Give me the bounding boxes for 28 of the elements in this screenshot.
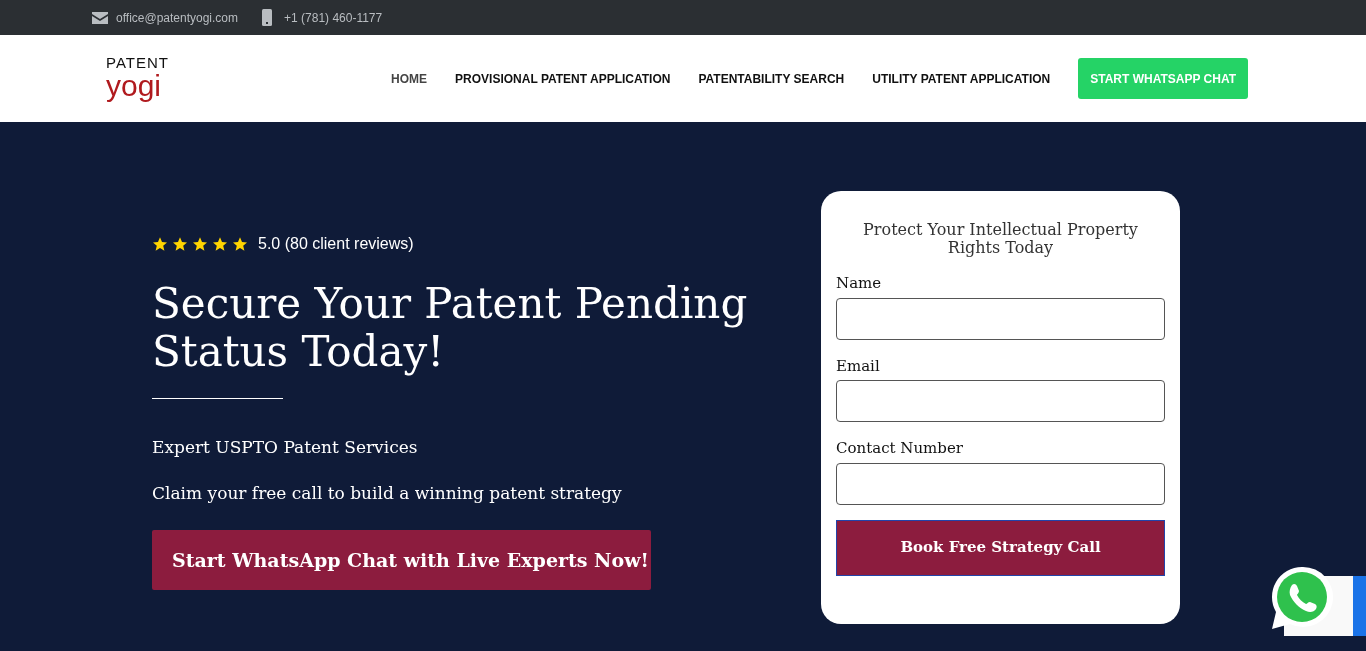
input-field[interactable]	[836, 380, 1165, 422]
field-label: Email	[836, 355, 881, 377]
field-label: Contact Number	[836, 438, 964, 459]
nav-link[interactable]: UTILITY PATENT APPLICATION	[872, 69, 1051, 88]
form-title: Protect Your Intellectual Property Rights Today	[862, 221, 1139, 257]
hero-text: Claim your free call to build a winning patent strategy	[152, 481, 623, 505]
star-icon	[192, 236, 208, 252]
phone-link[interactable]: +1 (781) 460-1177	[284, 8, 383, 27]
nav-link[interactable]: PATENTABILITY SEARCH	[698, 69, 845, 88]
input-field[interactable]	[836, 297, 1165, 340]
hero-title: Secure Your Patent Pending Status Today!	[152, 280, 749, 376]
envelope-icon	[92, 11, 108, 24]
star-icon	[232, 236, 248, 252]
whatsapp-icon[interactable]	[1270, 565, 1334, 631]
email-link[interactable]: office@patentyogi.com	[116, 8, 239, 27]
star-icon	[212, 236, 228, 252]
phone-icon	[262, 9, 273, 26]
whatsapp-experts-button[interactable]: Start WhatsApp Chat with Live Experts Now!	[152, 530, 651, 590]
hero-subtitle: Expert USPTO Patent Services	[152, 436, 419, 459]
logo[interactable]: PATENT yogi	[106, 55, 169, 102]
book-call-button[interactable]: Book Free Strategy Call	[836, 519, 1165, 576]
nav-link[interactable]: PROVISIONAL PATENT APPLICATION	[455, 69, 671, 88]
rating-text: 5.0 (80 client reviews)	[258, 234, 414, 254]
star-icon	[172, 236, 188, 252]
nav-link[interactable]: HOME	[391, 69, 428, 88]
field-label: Name	[836, 273, 883, 294]
star-icon	[152, 236, 168, 252]
input-field[interactable]	[836, 462, 1165, 505]
